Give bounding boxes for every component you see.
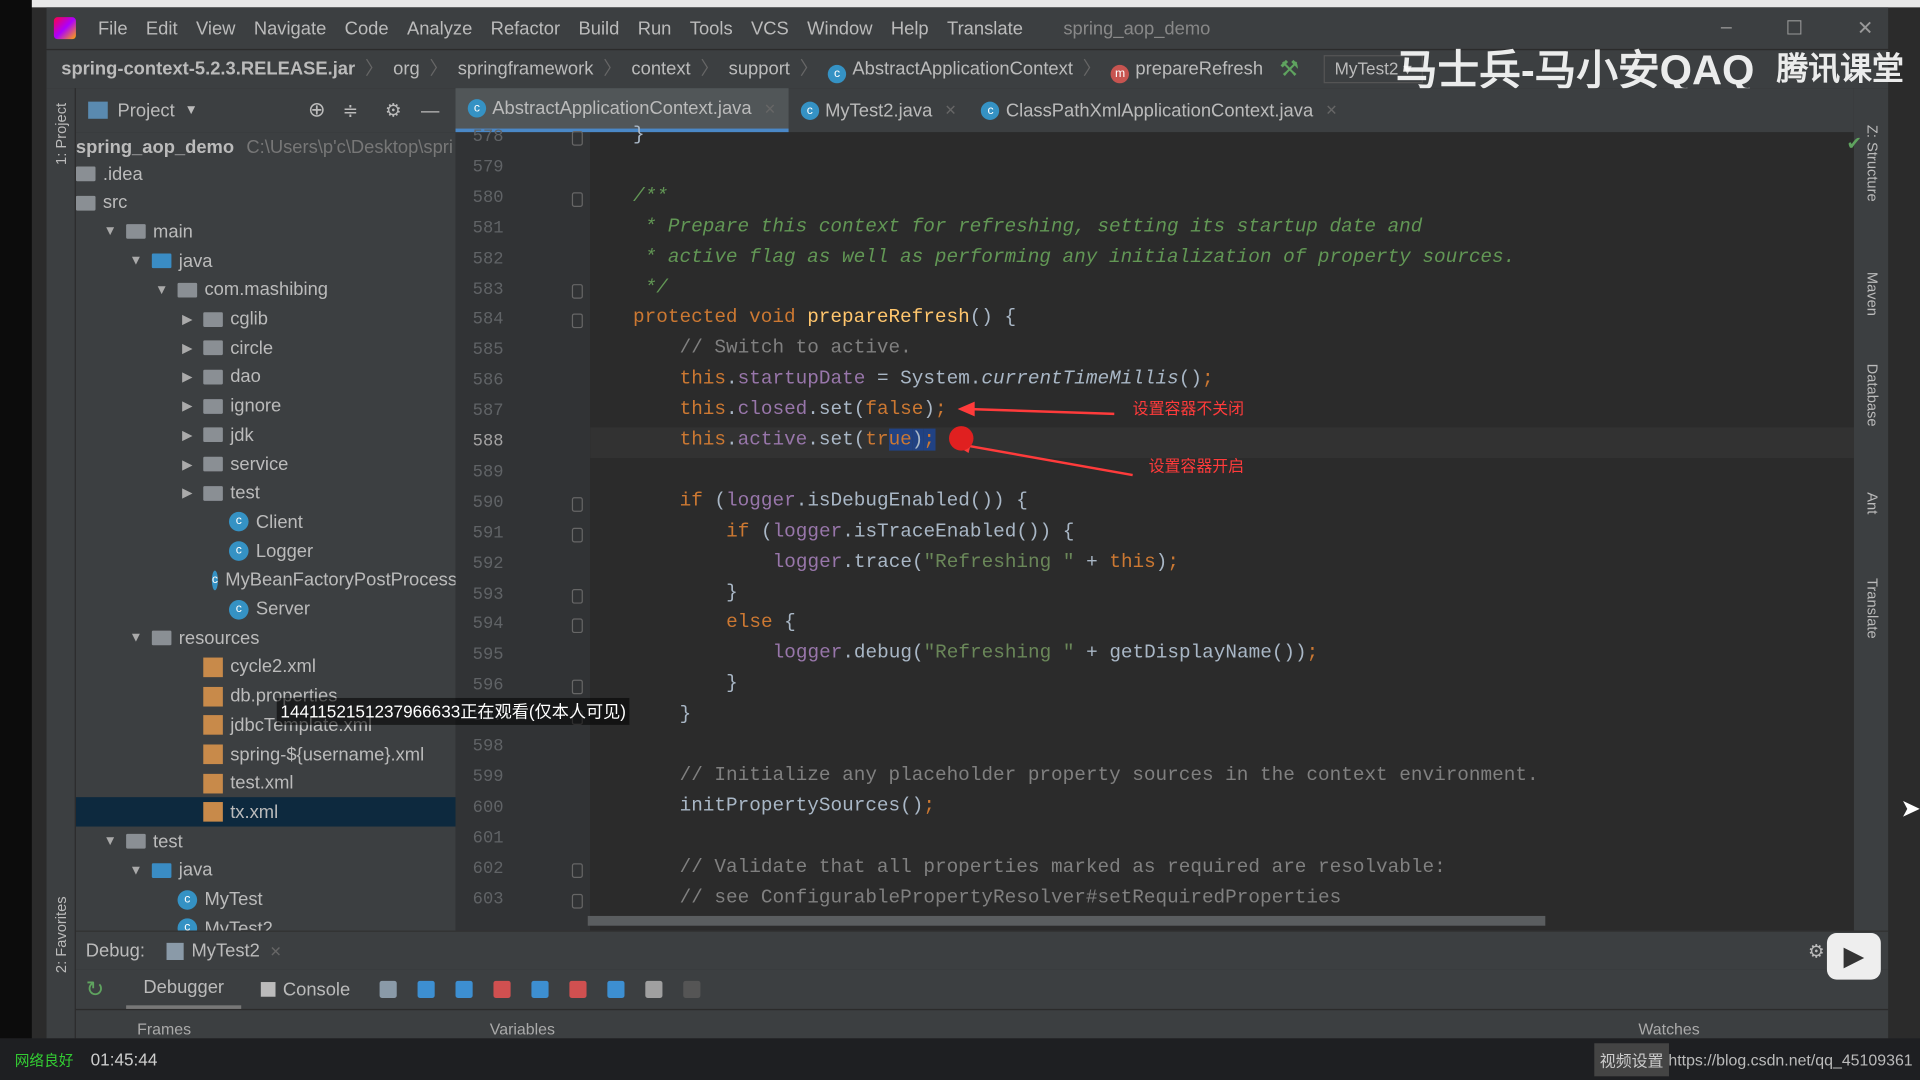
frames-pane: Frames (137, 1020, 192, 1039)
annotation-closed: 设置容器不关闭 (1132, 399, 1245, 418)
network-status: 网络良好 (14, 1051, 74, 1069)
close-session-icon[interactable]: ✕ (270, 942, 282, 959)
database-tool-tab[interactable]: Database (1864, 364, 1881, 427)
arrowhead-closed (957, 401, 975, 417)
debug-label: Debug: (85, 940, 145, 962)
screen: File Edit View Navigate Code Analyze Refactor B… (0, 0, 1920, 1080)
console-icon (260, 982, 276, 997)
step-out-icon[interactable] (531, 980, 549, 998)
video-status-bar: 网络良好 01:45:44 视频设置 https://blog.csdn.net… (0, 1038, 1920, 1080)
blog-url: https://blog.csdn.net/qq_45109361 (1668, 1050, 1913, 1069)
step-over-icon[interactable] (417, 980, 435, 998)
bilibili-tv-icon: ▶ (1826, 933, 1881, 980)
video-settings-button[interactable]: 视频设置 (1594, 1042, 1669, 1076)
horizontal-scrollbar[interactable] (587, 915, 1546, 926)
viewer-overlay: 1441152151237966633正在观看(仅本人可见) (276, 697, 630, 725)
debug-settings-icon[interactable]: ⚙ (1808, 940, 1824, 962)
debug-panes: Frames Variables Watches (75, 1008, 1889, 1039)
check-icon: ✔ (1846, 133, 1862, 155)
right-tool-strip: ✔ Z: Structure Maven Database Ant Transl… (1847, 88, 1889, 931)
rerun-icon[interactable]: ↻ (86, 977, 104, 1003)
trace-icon[interactable] (683, 980, 701, 998)
mouse-pointer-icon: ➤ (1900, 795, 1920, 823)
cursor-highlight-dot (948, 426, 974, 451)
run-to-cursor-icon[interactable] (607, 980, 625, 998)
evaluate-icon[interactable] (645, 980, 663, 998)
variables-pane: Variables (489, 1020, 555, 1039)
drop-frame-icon[interactable] (569, 980, 587, 998)
step-into-icon[interactable] (455, 980, 473, 998)
video-time: 01:45:44 (90, 1049, 158, 1069)
debugger-tab[interactable]: Debugger (126, 970, 242, 1009)
arrow-closed (967, 407, 1115, 416)
ant-tool-tab[interactable]: Ant (1864, 492, 1881, 514)
layout-icon[interactable] (379, 980, 397, 998)
maven-tool-tab[interactable]: Maven (1864, 272, 1881, 316)
console-tab[interactable]: Console (283, 979, 350, 1000)
debug-session-icon (166, 942, 185, 960)
debug-toolbar: ↻ Debugger Console (75, 969, 1889, 1009)
debug-header: Debug: MyTest2 ✕ ⚙ (75, 930, 1889, 970)
debug-session-tab[interactable]: MyTest2 (191, 940, 259, 961)
structure-tool-tab[interactable]: Z: Structure (1864, 125, 1881, 202)
arrow-active (967, 444, 1133, 477)
force-step-into-icon[interactable] (493, 980, 511, 998)
annotation-active: 设置容器开启 (1148, 456, 1245, 476)
watches-pane: Watches (1638, 1020, 1700, 1039)
translate-tool-tab[interactable]: Translate (1864, 578, 1881, 639)
